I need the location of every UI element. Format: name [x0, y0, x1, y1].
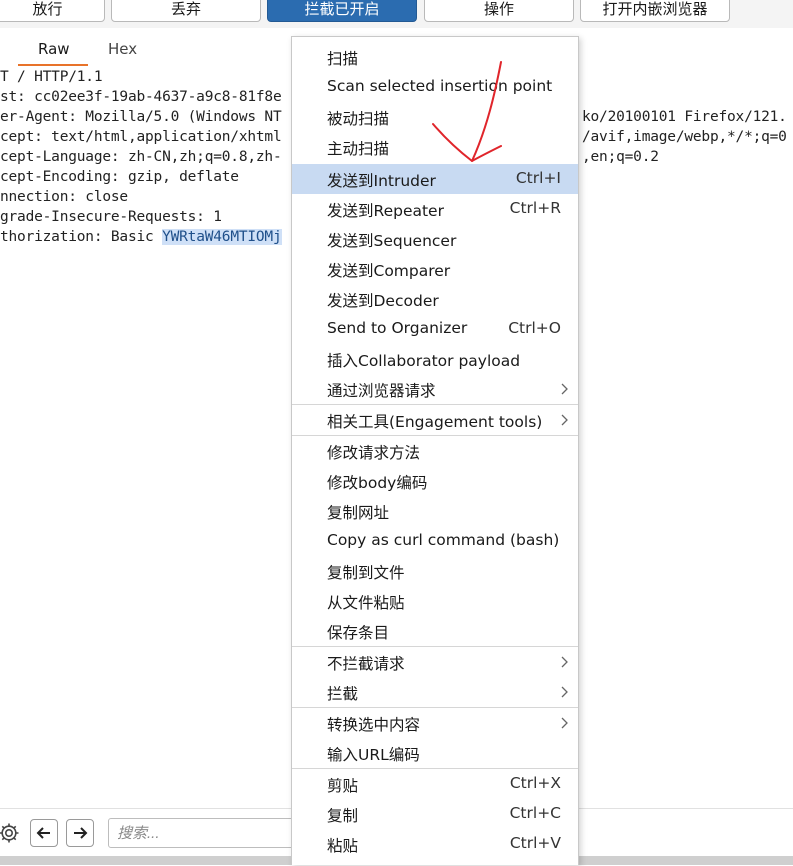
menu-item-paste[interactable]: 粘贴 Ctrl+V	[292, 829, 578, 859]
search-input[interactable]	[108, 818, 308, 848]
menu-item-passive-scan[interactable]: 被动扫描	[292, 102, 578, 132]
arrow-left-icon	[36, 827, 50, 839]
accept-encoding-header: cept-Encoding: gzip, deflate	[0, 169, 239, 185]
menu-item-send-to-intruder[interactable]: 发送到Intruder Ctrl+I	[292, 164, 578, 194]
user-agent-header: er-Agent: Mozilla/5.0 (Windows NT	[0, 109, 282, 125]
tab-raw[interactable]: Raw	[38, 40, 70, 58]
menu-item-label: 拦截	[327, 685, 359, 703]
host-header: st: cc02ee3f-19ab-4637-a9c8-81f8e	[0, 89, 282, 105]
menu-item-send-to-repeater[interactable]: 发送到Repeater Ctrl+R	[292, 194, 578, 224]
menu-item-label: 复制到文件	[327, 564, 405, 582]
menu-item-label: Scan selected insertion point	[327, 77, 553, 95]
chevron-right-icon	[561, 383, 568, 395]
menu-item-label: 发送到Comparer	[327, 262, 451, 280]
menu-item-engagement-tools[interactable]: 相关工具(Engagement tools)	[292, 405, 578, 435]
authorization-label: thorization: Basic	[0, 229, 163, 245]
back-button[interactable]	[30, 819, 58, 847]
menu-item-label: 复制	[327, 807, 359, 825]
menu-item-save-item[interactable]: 保存条目	[292, 616, 578, 646]
menu-item-label: 粘贴	[327, 837, 359, 855]
menu-item-label: Copy as curl command (bash)	[327, 531, 560, 549]
menu-item-send-to-decoder[interactable]: 发送到Decoder	[292, 284, 578, 314]
menu-item-label: 发送到Decoder	[327, 292, 439, 310]
menu-item-label: 从文件粘贴	[327, 594, 405, 612]
menu-item-label: 通过浏览器请求	[327, 382, 436, 400]
menu-item-label: 不拦截请求	[327, 655, 405, 673]
selected-credentials[interactable]: YWRtaW46MTIOMj	[162, 229, 282, 245]
menu-item-scan-insertion-point[interactable]: Scan selected insertion point	[292, 72, 578, 102]
authorization-header: thorization: Basic YWRtaW46MTIOMj	[0, 229, 282, 245]
accept-continuation: /avif,image/webp,*/*;q=0	[582, 129, 787, 145]
menu-item-label: 修改body编码	[327, 474, 428, 492]
upgrade-insecure-header: grade-Insecure-Requests: 1	[0, 209, 222, 225]
menu-item-label: 保存条目	[327, 624, 390, 642]
drop-button[interactable]: 丢弃	[111, 0, 261, 22]
tab-hex[interactable]: Hex	[108, 40, 137, 58]
menu-item-label: 修改请求方法	[327, 444, 421, 462]
menu-item-label: 发送到Intruder	[327, 172, 436, 190]
chevron-right-icon	[561, 717, 568, 729]
menu-item-label: 发送到Sequencer	[327, 232, 457, 250]
chevron-right-icon	[561, 414, 568, 426]
menu-item-shortcut: Ctrl+R	[509, 199, 561, 217]
menu-item-label: 主动扫描	[327, 140, 390, 158]
menu-item-label: 复制网址	[327, 504, 390, 522]
menu-item-send-to-comparer[interactable]: 发送到Comparer	[292, 254, 578, 284]
menu-item-label: 发送到Repeater	[327, 202, 444, 220]
toolbar: 放行 丢弃 拦截已开启 操作 打开内嵌浏览器	[0, 0, 793, 28]
chevron-right-icon	[561, 686, 568, 698]
menu-item-change-body-encoding[interactable]: 修改body编码	[292, 466, 578, 496]
accept-header: cept: text/html,application/xhtml	[0, 129, 282, 145]
menu-item-insert-collaborator[interactable]: 插入Collaborator payload	[292, 344, 578, 374]
accept-language-header: cept-Language: zh-CN,zh;q=0.8,zh-	[0, 149, 282, 165]
menu-item-label: 被动扫描	[327, 110, 390, 128]
menu-item-copy-url[interactable]: 复制网址	[292, 496, 578, 526]
menu-item-label: Send to Organizer	[327, 319, 468, 337]
intercept-toggle-button[interactable]: 拦截已开启	[267, 0, 417, 22]
menu-item-cut[interactable]: 剪贴 Ctrl+X	[292, 769, 578, 799]
menu-item-dont-intercept[interactable]: 不拦截请求	[292, 647, 578, 677]
open-browser-button[interactable]: 打开内嵌浏览器	[580, 0, 730, 22]
menu-item-label: 扫描	[327, 50, 359, 68]
context-menu: 扫描 Scan selected insertion point 被动扫描 主动…	[291, 36, 579, 865]
menu-item-shortcut: Ctrl+X	[509, 774, 561, 792]
menu-item-label: 插入Collaborator payload	[327, 352, 521, 370]
menu-item-send-to-sequencer[interactable]: 发送到Sequencer	[292, 224, 578, 254]
menu-item-convert-selection[interactable]: 转换选中内容	[292, 708, 578, 738]
menu-item-shortcut: Ctrl+O	[508, 319, 561, 337]
menu-item-intercept[interactable]: 拦截	[292, 677, 578, 707]
menu-item-active-scan[interactable]: 主动扫描	[292, 132, 578, 162]
menu-item-request-in-browser[interactable]: 通过浏览器请求	[292, 374, 578, 404]
menu-item-label: 相关工具(Engagement tools)	[327, 413, 543, 431]
user-agent-continuation: ko/20100101 Firefox/121.	[582, 109, 787, 125]
menu-item-url-encode-as-you-type[interactable]: 输入URL编码	[292, 738, 578, 768]
menu-item-label: 剪贴	[327, 777, 359, 795]
menu-item-send-to-organizer[interactable]: Send to Organizer Ctrl+O	[292, 314, 578, 344]
menu-item-paste-from-file[interactable]: 从文件粘贴	[292, 586, 578, 616]
forward-button[interactable]: 放行	[0, 0, 105, 22]
chevron-right-icon	[561, 656, 568, 668]
menu-item-scan[interactable]: 扫描	[292, 42, 578, 72]
connection-header: nnection: close	[0, 189, 128, 205]
arrow-right-icon	[74, 827, 88, 839]
menu-item-label: 输入URL编码	[327, 746, 420, 764]
action-button[interactable]: 操作	[424, 0, 574, 22]
menu-item-change-request-method[interactable]: 修改请求方法	[292, 436, 578, 466]
menu-item-copy[interactable]: 复制 Ctrl+C	[292, 799, 578, 829]
menu-item-copy-as-curl[interactable]: Copy as curl command (bash)	[292, 526, 578, 556]
menu-item-shortcut: Ctrl+C	[509, 804, 561, 822]
settings-gear-icon[interactable]	[0, 819, 22, 847]
request-line: T / HTTP/1.1	[0, 69, 103, 85]
accept-language-continuation: ,en;q=0.2	[582, 149, 659, 165]
menu-item-shortcut: Ctrl+V	[509, 834, 561, 852]
menu-item-shortcut: Ctrl+I	[515, 169, 561, 187]
menu-item-label: 转换选中内容	[327, 716, 421, 734]
menu-item-copy-to-file[interactable]: 复制到文件	[292, 556, 578, 586]
forward-nav-button[interactable]	[66, 819, 94, 847]
